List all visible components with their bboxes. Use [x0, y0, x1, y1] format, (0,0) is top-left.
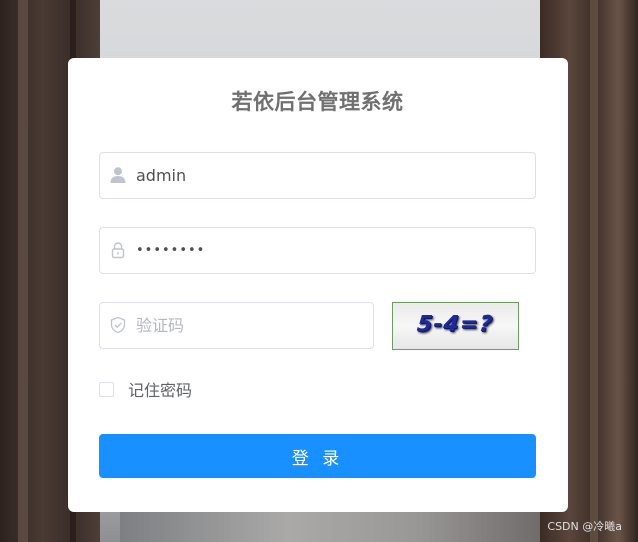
user-icon [109, 166, 127, 184]
background-stripe [18, 0, 28, 542]
password-input[interactable] [136, 228, 525, 273]
login-card: 若依后台管理系统 admin •••••••• 验证码 5-4=? 记住密码 登… [68, 58, 568, 512]
captcha-code-input[interactable] [136, 303, 363, 348]
login-page: 若依后台管理系统 admin •••••••• 验证码 5-4=? 记住密码 登… [0, 0, 638, 542]
checkbox-box[interactable] [99, 381, 114, 397]
page-title: 若依后台管理系统 [231, 90, 404, 114]
shield-check-icon [109, 316, 127, 334]
password-field[interactable] [99, 227, 536, 274]
remember-password-label: 记住密码 [128, 381, 193, 400]
background-stripe [590, 0, 598, 542]
lock-icon [109, 241, 127, 259]
username-field[interactable] [99, 152, 536, 199]
remember-password-checkbox[interactable]: 记住密码 [99, 379, 193, 400]
captcha-code-field[interactable] [99, 302, 374, 349]
watermark-text: CSDN @冷曦a [547, 520, 622, 533]
username-input[interactable] [136, 153, 525, 198]
login-button[interactable]: 登 录 [99, 434, 536, 478]
captcha-text: 5-4=? [415, 312, 495, 337]
captcha-image[interactable]: 5-4=? [392, 302, 519, 350]
